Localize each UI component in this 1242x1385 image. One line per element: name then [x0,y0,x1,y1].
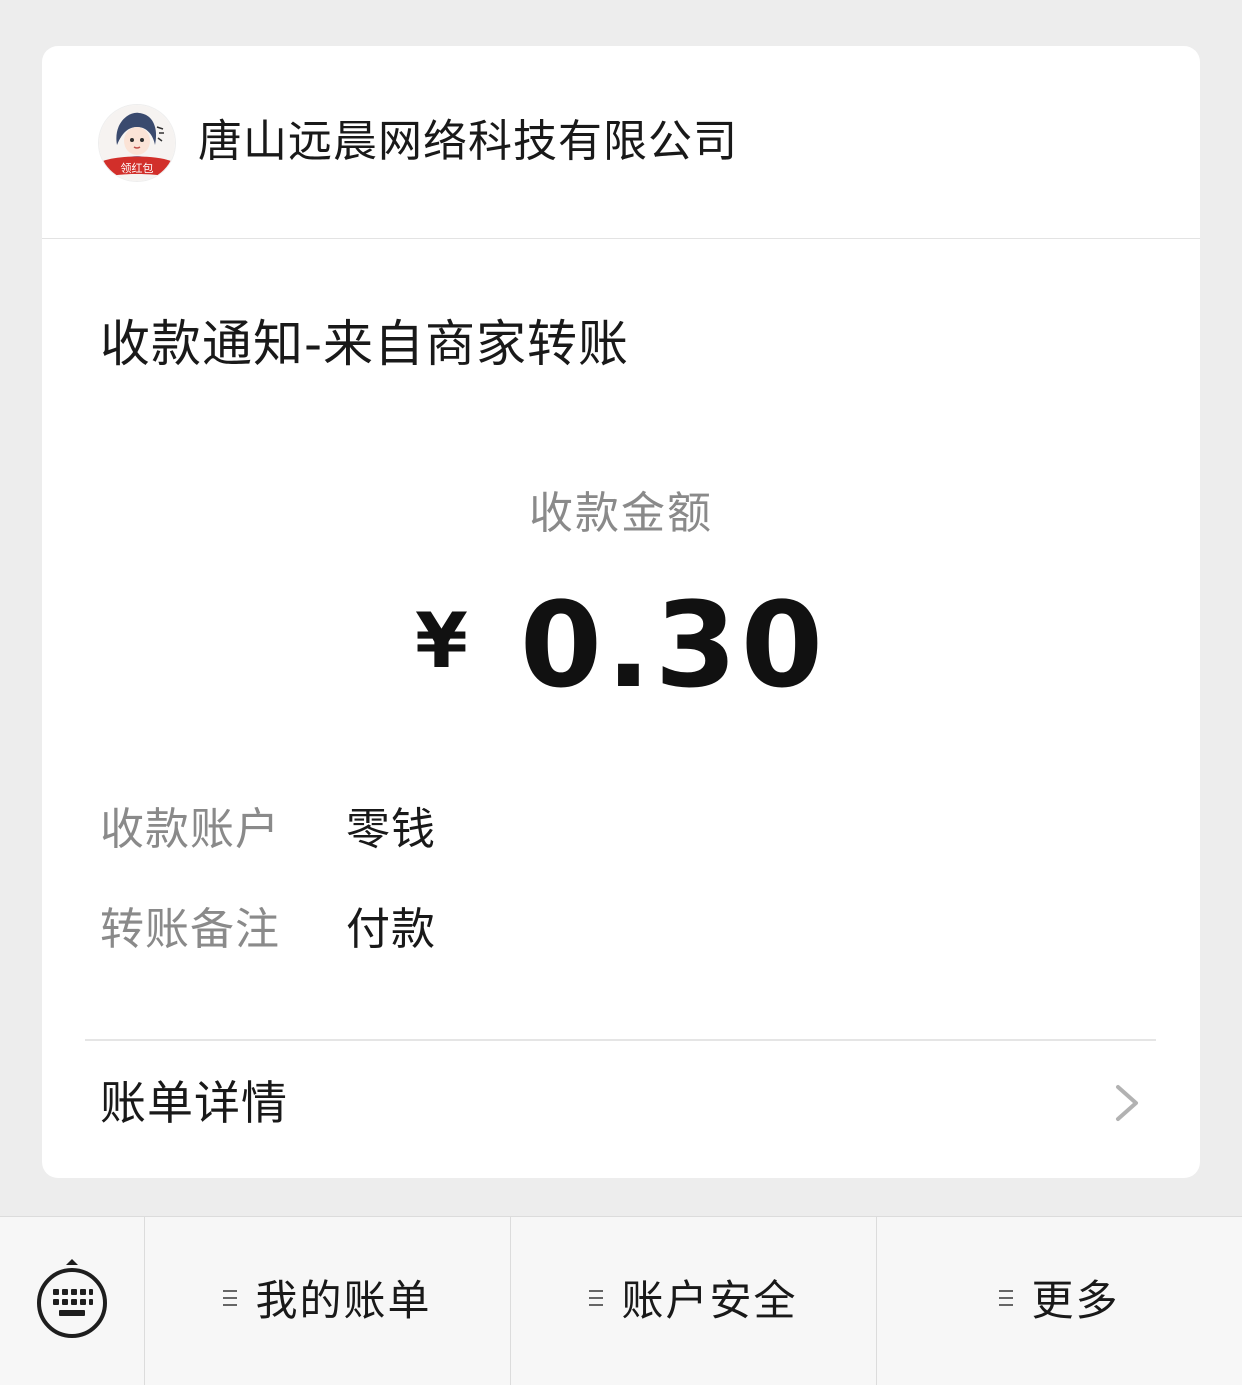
menu-more[interactable]: 更多 [877,1217,1242,1385]
menu-account-security[interactable]: 账户安全 [511,1217,877,1385]
amount-label: 收款金额 [529,488,713,539]
merchant-avatar-icon[interactable]: 领红包 [99,105,175,181]
notification-card: 领红包 唐山远晨网络科技有限公司 收款通知-来自商家转账 收款金额 ¥0.30 … [42,46,1200,1178]
bottom-menu-bar: 我的账单 账户安全 更多 [0,1216,1242,1385]
remark-label: 转账备注 [100,904,280,955]
keyboard-icon [34,1257,110,1341]
chevron-right-icon [1108,1083,1144,1123]
currency-symbol: ¥ [414,596,468,685]
merchant-name[interactable]: 唐山远晨网络科技有限公司 [198,112,738,172]
menu-my-bills[interactable]: 我的账单 [145,1217,511,1385]
menu-lines-icon [223,1289,238,1307]
account-label: 收款账户 [100,804,280,855]
keyboard-toggle-button[interactable] [0,1217,145,1385]
menu-label-account-security: 账户安全 [621,1276,798,1325]
amount-value: 0.30 [519,576,828,714]
avatar-caption-text: 领红包 [121,162,154,175]
notice-title: 收款通知-来自商家转账 [100,315,630,373]
bill-detail-label: 账单详情 [100,1076,288,1130]
account-value: 零钱 [346,804,436,855]
merchant-header[interactable]: 领红包 唐山远晨网络科技有限公司 [42,46,1200,239]
bill-detail-link[interactable]: 账单详情 [42,1041,1200,1178]
menu-label-more: 更多 [1031,1276,1120,1325]
menu-lines-icon [589,1289,604,1307]
avatar-illustration: 领红包 [99,105,175,181]
menu-label-my-bills: 我的账单 [255,1276,432,1325]
menu-lines-icon [999,1289,1014,1307]
amount-display: ¥0.30 [42,586,1200,716]
remark-value: 付款 [346,904,436,955]
